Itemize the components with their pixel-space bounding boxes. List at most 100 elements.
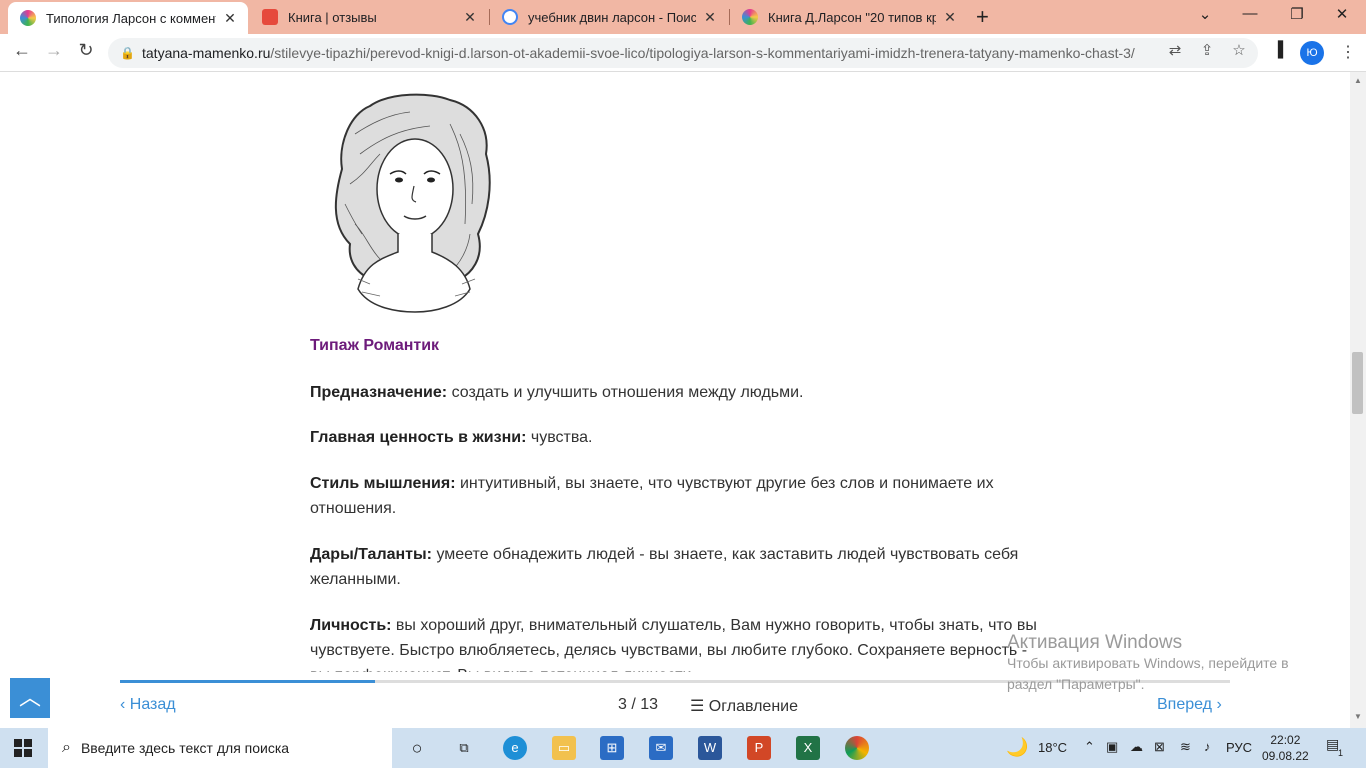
wifi-icon[interactable]: ≋ (1180, 739, 1191, 755)
excel-icon[interactable]: X (796, 736, 820, 760)
clock-date: 09.08.22 (1262, 749, 1309, 763)
toc-label: Оглавление (708, 698, 798, 715)
tab-title: учебник двин ларсон - Поиск в (528, 9, 696, 25)
paragraph-label: Предназначение: (310, 384, 448, 401)
windows-activation-watermark: Активация Windows Чтобы активировать Win… (1007, 632, 1289, 695)
profile-avatar[interactable]: Ю (1300, 41, 1324, 65)
notifications-icon[interactable]: ▤ 1 (1326, 736, 1346, 758)
tab-kniga-larson[interactable]: Книга Д.Ларсон "20 типов крас ✕ (730, 0, 968, 34)
forward-link[interactable]: Вперед › (1157, 696, 1222, 714)
paragraph-label: Дары/Таланты: (310, 546, 433, 563)
close-tab-icon[interactable]: ✕ (942, 9, 958, 26)
cortana-icon[interactable]: ○ (405, 736, 429, 760)
toc-link[interactable]: ☰ Оглавление (690, 696, 798, 716)
list-icon: ☰ (690, 698, 709, 715)
watermark-title: Активация Windows (1007, 632, 1183, 653)
paragraph-text: создать и улучшить отношения между людьм… (447, 384, 804, 401)
page-content: Типаж Романтик Предназначение: создать и… (0, 72, 1350, 728)
moon-weather-icon: 🌙 (1006, 737, 1029, 757)
meet-now-icon[interactable]: ▣ (1106, 739, 1118, 755)
reading-progress-fill (120, 680, 376, 683)
new-tab-button[interactable]: + (976, 4, 989, 30)
watermark-line2: раздел "Параметры". (1007, 676, 1145, 692)
language-indicator[interactable]: РУС (1226, 740, 1252, 755)
address-bar[interactable]: 🔒 tatyana-mamenko.ru/stilevye-tipazhi/pe… (108, 38, 1258, 68)
mail-icon[interactable]: ✉ (649, 736, 673, 760)
paragraph-thinking-style: Стиль мышления: интуитивный, вы знаете, … (310, 471, 1040, 521)
tab-title: Книга | отзывы (288, 9, 377, 25)
chrome-icon[interactable] (845, 736, 869, 760)
restore-button[interactable]: ❐ (1285, 5, 1309, 23)
scroll-up-arrow-icon[interactable]: ▲ (1354, 76, 1362, 85)
paragraph-label: Стиль мышления: (310, 475, 456, 492)
bookmark-star-icon[interactable]: ☆ (1229, 41, 1249, 59)
site-favicon-icon (262, 9, 278, 25)
weather-temp[interactable]: 18°C (1038, 740, 1067, 755)
page-counter: 3 / 13 (618, 696, 659, 713)
close-tab-icon[interactable]: ✕ (222, 10, 238, 27)
tab-search-icon[interactable]: ⌄ (1193, 5, 1217, 23)
paragraph-main-value: Главная ценность в жизни: чувства. (310, 425, 1040, 450)
chevron-up-icon: ︿ (18, 685, 41, 710)
clock-time: 22:02 (1270, 733, 1301, 747)
reload-icon[interactable]: ↻ (74, 40, 98, 61)
tab-title: Книга Д.Ларсон "20 типов крас (768, 9, 936, 25)
scroll-to-top-button[interactable]: ︿ (10, 678, 50, 718)
close-window-button[interactable]: ✕ (1330, 5, 1354, 23)
url-path: /stilevye-tipazhi/perevod-knigi-d.larson… (270, 45, 1135, 61)
close-tab-icon[interactable]: ✕ (462, 9, 478, 26)
tab-kniga-otzyvy[interactable]: Книга | отзывы ✕ (250, 0, 488, 34)
tab-strip: Типология Ларсон с комментар ✕ Книга | о… (0, 0, 1366, 34)
back-arrow-icon[interactable]: ← (10, 40, 34, 61)
task-view-icon[interactable]: ⧉ (452, 736, 476, 760)
file-explorer-icon[interactable]: ▭ (552, 736, 576, 760)
scroll-down-arrow-icon[interactable]: ▼ (1354, 712, 1362, 721)
chevron-left-icon: ‹ (120, 696, 130, 713)
close-tab-icon[interactable]: ✕ (702, 9, 718, 26)
search-placeholder: Введите здесь текст для поиска (80, 740, 290, 756)
portrait-caption: Типаж Романтик (310, 337, 440, 354)
chevron-right-icon: › (1212, 696, 1222, 713)
taskbar-search-box[interactable]: ⌕ Введите здесь текст для поиска (48, 728, 392, 768)
forward-label: Вперед (1157, 696, 1213, 713)
chevron-up-tray-icon[interactable]: ⌃ (1084, 739, 1095, 755)
paragraph-purpose: Предназначение: создать и улучшить отнош… (310, 380, 1040, 405)
browser-toolbar: ← → ↻ 🔒 tatyana-mamenko.ru/stilevye-tipa… (0, 34, 1366, 72)
tab-typology-larson[interactable]: Типология Ларсон с комментар ✕ (8, 2, 248, 34)
security-icon[interactable]: ⊠ (1154, 739, 1165, 755)
edge-icon[interactable]: e (503, 736, 527, 760)
forward-arrow-icon[interactable]: → (42, 40, 66, 61)
scrollbar-thumb[interactable] (1352, 352, 1363, 414)
paragraph-text: чувства. (526, 429, 593, 446)
side-panel-icon[interactable]: ▐ (1268, 41, 1288, 58)
page-scrollbar[interactable]: ▲ ▼ (1350, 72, 1366, 728)
minimize-button[interactable]: — (1238, 5, 1262, 22)
clock[interactable]: 22:02 09.08.22 (1262, 732, 1309, 764)
watermark-line1: Чтобы активировать Windows, перейдите в (1007, 655, 1289, 671)
windows-taskbar: ⌕ Введите здесь текст для поиска ○ ⧉ e ▭… (0, 728, 1366, 768)
romantic-portrait-illustration (310, 74, 520, 334)
search-icon: ⌕ (62, 739, 71, 756)
translate-icon[interactable]: ⇄ (1165, 41, 1185, 59)
paragraph-label: Личность: (310, 617, 392, 634)
google-icon (502, 9, 518, 25)
share-icon[interactable]: ⇪ (1197, 41, 1217, 59)
windows-start-icon[interactable] (14, 739, 32, 757)
site-favicon-icon (20, 10, 36, 26)
word-icon[interactable]: W (698, 736, 722, 760)
store-icon[interactable]: ⊞ (600, 736, 624, 760)
tab-title: Типология Ларсон с комментар (46, 10, 216, 26)
url-host: tatyana-mamenko.ru (142, 45, 271, 61)
site-favicon-icon (742, 9, 758, 25)
paragraph-label: Главная ценность в жизни: (310, 429, 527, 446)
powerpoint-icon[interactable]: P (747, 736, 771, 760)
menu-kebab-icon[interactable]: ⋮ (1340, 42, 1356, 62)
volume-icon[interactable]: ♪ (1204, 739, 1211, 754)
notification-count: 1 (1338, 748, 1344, 758)
onedrive-icon[interactable]: ☁ (1130, 739, 1143, 755)
back-label: Назад (129, 696, 176, 713)
tab-google-search[interactable]: учебник двин ларсон - Поиск в ✕ (490, 0, 728, 34)
back-link[interactable]: ‹ Назад (120, 696, 176, 714)
paragraph-gifts: Дары/Таланты: умеете обнадежить людей - … (310, 542, 1040, 592)
lock-icon: 🔒 (120, 46, 135, 60)
